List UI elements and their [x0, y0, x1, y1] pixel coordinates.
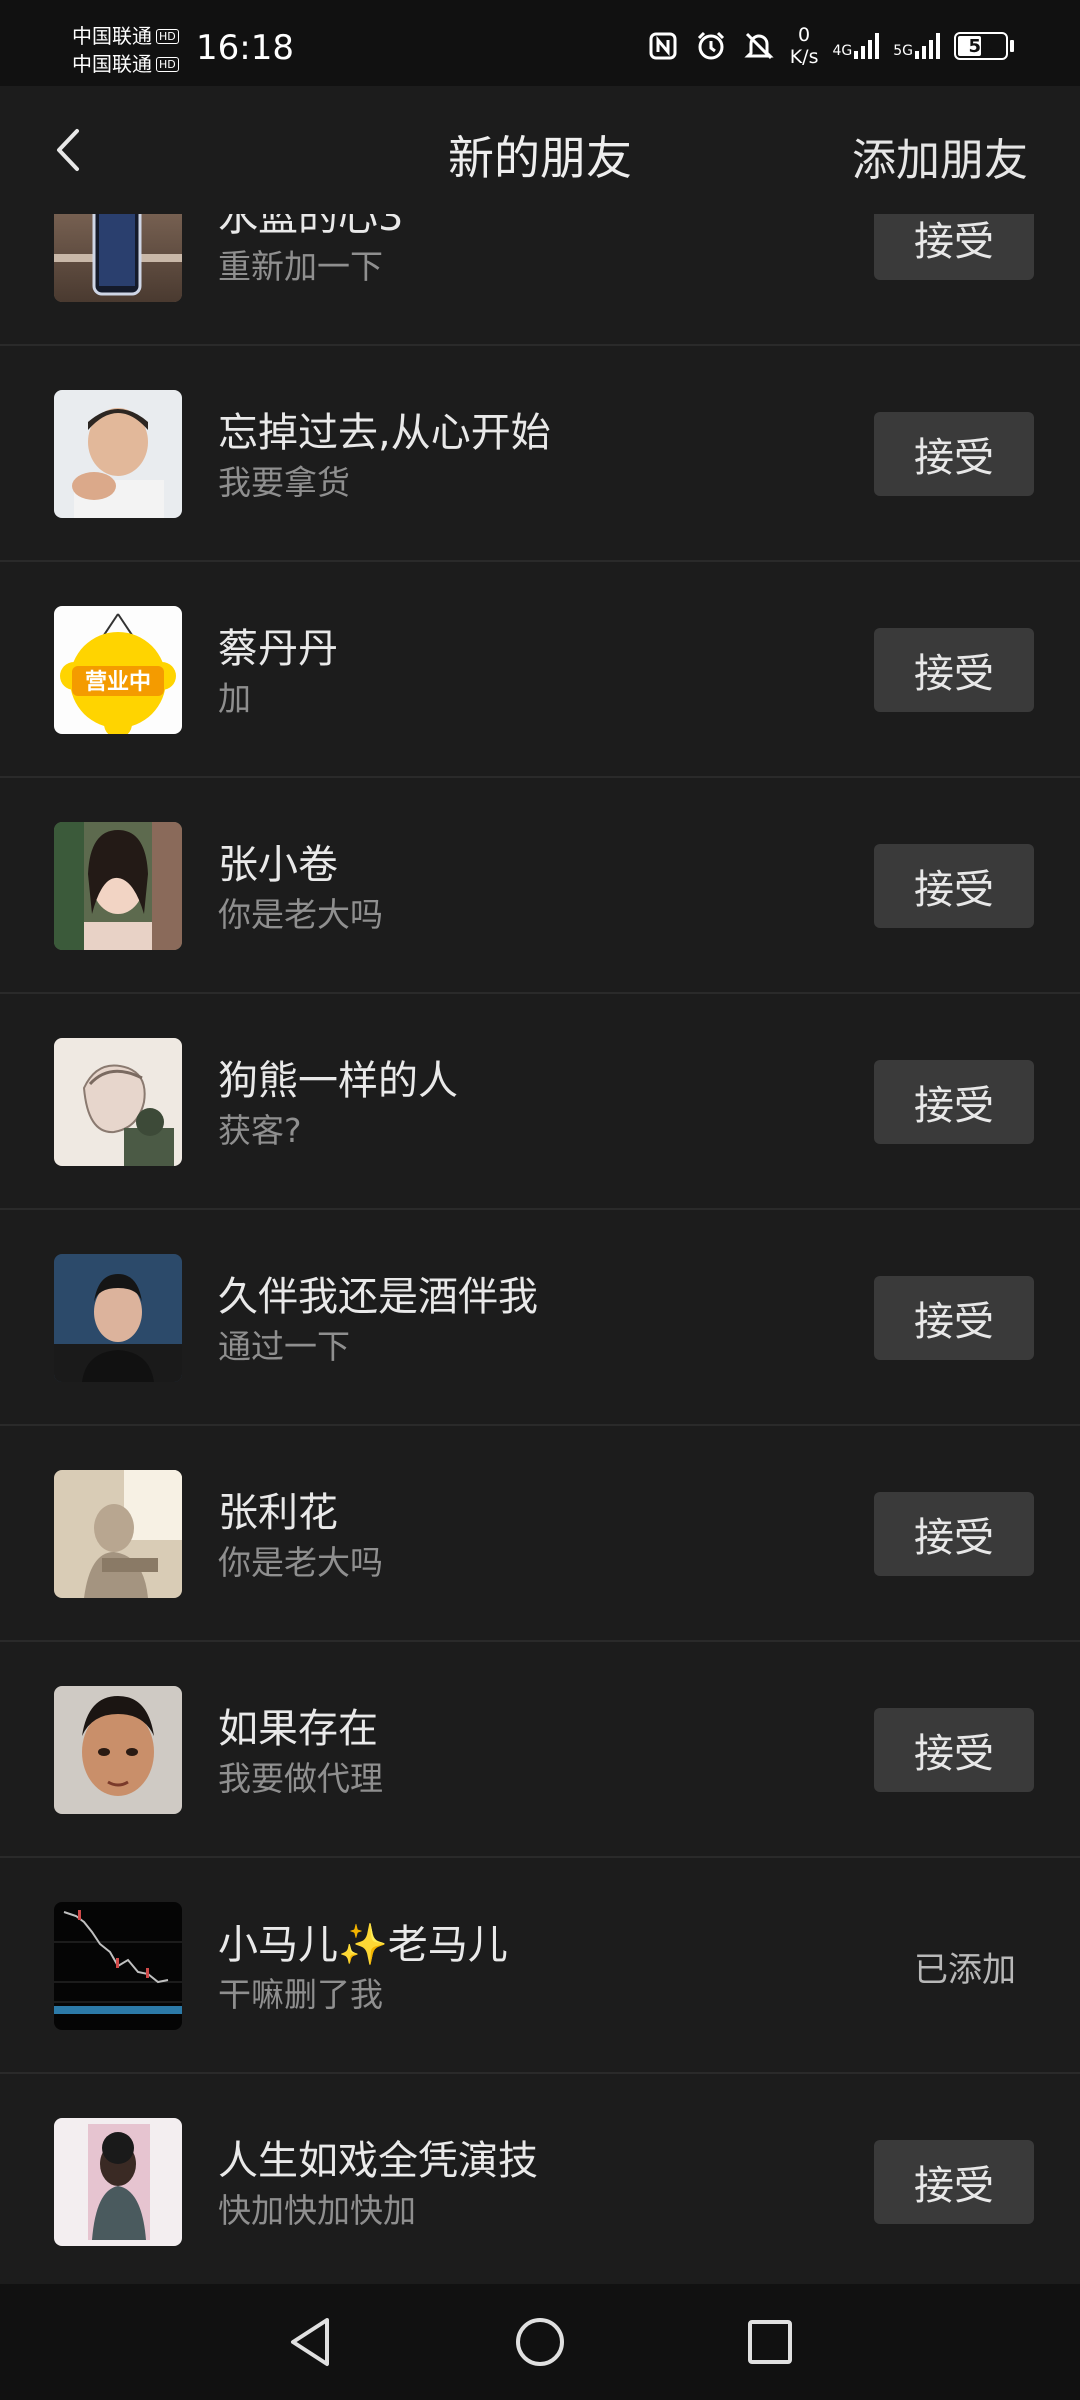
list-item[interactable]: 人生如戏全凭演技 快加快加快加 接受	[0, 2074, 1080, 2284]
request-message: 我要做代理	[218, 1759, 383, 1798]
accept-button[interactable]: 接受	[874, 214, 1034, 280]
requester-name: 狗熊一样的人	[218, 1058, 458, 1104]
avatar[interactable]	[54, 214, 182, 302]
list-item[interactable]: 忘掉过去,从心开始 我要拿货 接受	[0, 346, 1080, 562]
accept-button[interactable]: 接受	[874, 1492, 1034, 1576]
requester-name: 人生如戏全凭演技	[218, 2138, 538, 2184]
home-circle-icon	[516, 2318, 564, 2366]
requester-name: 忘掉过去,从心开始	[218, 410, 551, 456]
avatar[interactable]	[54, 390, 182, 518]
battery-icon: 51	[954, 32, 1014, 60]
avatar[interactable]	[54, 822, 182, 950]
accept-button[interactable]: 接受	[874, 1276, 1034, 1360]
accept-button[interactable]: 接受	[874, 2140, 1034, 2224]
system-nav-bar	[0, 2284, 1080, 2400]
avatar[interactable]	[54, 1254, 182, 1382]
list-item[interactable]: 张利花 你是老大吗 接受	[0, 1426, 1080, 1642]
nav-back-button[interactable]	[280, 2312, 340, 2372]
accept-button[interactable]: 接受	[874, 844, 1034, 928]
add-friend-link[interactable]: 添加朋友	[852, 124, 1028, 188]
list-item[interactable]: 狗熊一样的人 获客? 接受	[0, 994, 1080, 1210]
request-message: 重新加一下	[218, 247, 383, 286]
avatar[interactable]	[54, 1470, 182, 1598]
nfc-icon	[646, 29, 680, 63]
list-item[interactable]: 水蓝的心3 重新加一下 接受	[0, 214, 1080, 346]
request-message: 快加快加快加	[218, 2191, 416, 2230]
status-bar: 中国联通 HD 中国联通 HD 16:18 0 K/s 4G 5G 51	[0, 0, 1080, 86]
back-triangle-icon	[291, 2318, 329, 2366]
avatar-3-text: 营业中	[85, 670, 151, 695]
carrier-info: 中国联通 HD 中国联通 HD	[72, 22, 179, 78]
clock: 16:18	[196, 28, 294, 68]
accept-button[interactable]: 接受	[874, 1708, 1034, 1792]
list-item[interactable]: 营业中 蔡丹丹 加 接受	[0, 562, 1080, 778]
request-message: 你是老大吗	[218, 895, 383, 934]
battery-level: 51	[968, 35, 994, 57]
request-message: 获客?	[218, 1111, 302, 1150]
requester-name: 蔡丹丹	[218, 626, 338, 672]
accept-button[interactable]: 接受	[874, 628, 1034, 712]
list-item[interactable]: 久伴我还是酒伴我 通过一下 接受	[0, 1210, 1080, 1426]
signal-icon: 5G	[893, 33, 940, 59]
avatar[interactable]	[54, 1038, 182, 1166]
accept-button[interactable]: 接受	[874, 1060, 1034, 1144]
added-status: 已添加	[914, 1950, 1016, 1990]
accept-button[interactable]: 接受	[874, 412, 1034, 496]
list-item[interactable]: 张小卷 你是老大吗 接受	[0, 778, 1080, 994]
avatar[interactable]	[54, 2118, 182, 2246]
nav-home-button[interactable]	[510, 2312, 570, 2372]
request-message: 干嘛删了我	[218, 1975, 383, 2014]
recents-square-icon	[748, 2320, 792, 2364]
requester-name: 水蓝的心3	[218, 214, 404, 240]
avatar[interactable]	[54, 1902, 182, 2030]
hd-badge: HD	[156, 28, 179, 44]
avatar[interactable]	[54, 1686, 182, 1814]
list-item[interactable]: 小马儿✨老马儿 干嘛删了我 已添加	[0, 1858, 1080, 2074]
request-message: 通过一下	[218, 1327, 350, 1366]
mute-icon	[742, 29, 776, 63]
request-message: 加	[218, 679, 251, 718]
status-icons: 0 K/s 4G 5G 51	[646, 24, 1014, 68]
nav-header: 新的朋友 添加朋友	[0, 86, 1080, 214]
carrier-1: 中国联通	[72, 24, 152, 48]
hd-badge: HD	[156, 56, 179, 72]
request-message: 你是老大吗	[218, 1543, 383, 1582]
alarm-icon	[694, 29, 728, 63]
signal-icon: 4G	[832, 33, 880, 59]
requester-name: 张利花	[218, 1490, 338, 1536]
carrier-2: 中国联通	[72, 52, 152, 76]
requester-name: 如果存在	[218, 1706, 378, 1752]
requester-name: 久伴我还是酒伴我	[218, 1274, 538, 1320]
requester-name: 张小卷	[218, 842, 338, 888]
nav-recents-button[interactable]	[740, 2312, 800, 2372]
request-message: 我要拿货	[218, 463, 350, 502]
net-speed: 0 K/s	[789, 24, 819, 68]
avatar[interactable]: 营业中	[54, 606, 182, 734]
friend-request-list[interactable]: 水蓝的心3 重新加一下 接受 忘掉过去,从心开始 我要拿货 接受 营业中 蔡丹丹…	[0, 214, 1080, 2284]
list-item[interactable]: 如果存在 我要做代理 接受	[0, 1642, 1080, 1858]
requester-name: 小马儿✨老马儿	[218, 1922, 508, 1968]
